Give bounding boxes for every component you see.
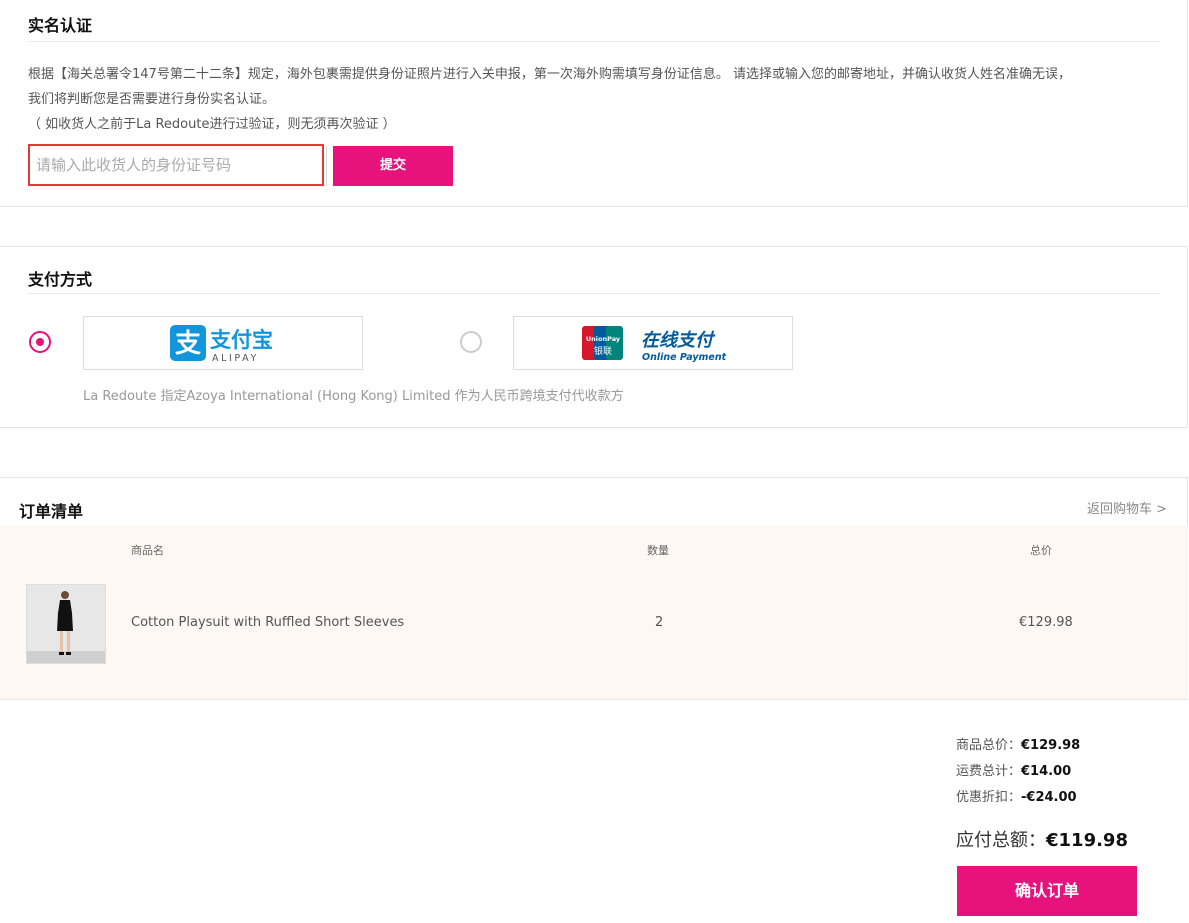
shipping-value: €14.00 — [1021, 764, 1072, 779]
id-verification-title: 实名认证 — [28, 16, 93, 35]
alipay-name: 支付宝 — [210, 328, 273, 352]
column-header-total: 总价 — [1030, 544, 1052, 557]
alipay-option[interactable]: 支 支付宝 ALIPAY — [83, 316, 363, 370]
unionpay-badge-text: UnionPay — [586, 335, 621, 343]
id-desc-line1: 根据【海关总署令147号第二十二条】规定，海外包裹需提供身份证照片进行入关申报，… — [28, 67, 1071, 82]
confirm-order-button[interactable]: 确认订单 — [957, 866, 1137, 916]
divider — [28, 41, 1160, 42]
product-image[interactable] — [26, 584, 106, 664]
shipping-label: 运费总计： — [956, 764, 1022, 779]
total-row: 应付总额：€119.98 — [956, 826, 1128, 852]
id-verification-description: 根据【海关总署令147号第二十二条】规定，海外包裹需提供身份证照片进行入关申报，… — [28, 62, 1168, 137]
alipay-logo-glyph: 支 — [175, 329, 201, 359]
id-desc-line2: 我们将判断您是否需要进行身份实名认证。 — [28, 92, 276, 107]
payment-section: 支付方式 支 支付宝 ALIPAY UnionPay 银联 在线支付 Onlin… — [0, 246, 1188, 428]
column-header-qty: 数量 — [647, 544, 669, 557]
total-label: 应付总额： — [956, 830, 1046, 851]
shipping-row: 运费总计：€14.00 — [956, 760, 1071, 779]
payment-note: La Redoute 指定Azoya International (Hong K… — [83, 389, 624, 404]
submit-id-button[interactable]: 提交 — [333, 146, 453, 186]
id-verification-section: 实名认证 根据【海关总署令147号第二十二条】规定，海外包裹需提供身份证照片进行… — [0, 0, 1188, 207]
unionpay-option[interactable]: UnionPay 银联 在线支付 Online Payment — [513, 316, 793, 370]
discount-label: 优惠折扣： — [956, 790, 1022, 805]
total-value: €119.98 — [1046, 830, 1128, 851]
order-section: 订单清单 返回购物车 > 商品名 数量 总价 Cotton Playsuit w… — [0, 477, 1188, 700]
product-name[interactable]: Cotton Playsuit with Ruffled Short Sleev… — [131, 615, 404, 630]
product-photo — [27, 585, 105, 663]
product-total: €129.98 — [1019, 615, 1073, 630]
column-header-name: 商品名 — [131, 544, 164, 557]
order-title: 订单清单 — [19, 502, 84, 521]
subtotal-row: 商品总价：€129.98 — [956, 734, 1080, 753]
discount-row: 优惠折扣：-€24.00 — [956, 786, 1077, 805]
subtotal-value: €129.98 — [1021, 738, 1081, 753]
discount-value: -€24.00 — [1021, 790, 1077, 805]
payment-title: 支付方式 — [28, 270, 93, 289]
unionpay-logo: UnionPay 银联 在线支付 Online Payment — [582, 326, 727, 363]
divider — [326, 146, 327, 186]
alipay-logo: 支 支付宝 ALIPAY — [170, 325, 273, 364]
product-quantity: 2 — [655, 615, 664, 630]
order-table: 商品名 数量 总价 Cotton Playsuit with Ruffled S… — [0, 526, 1188, 699]
id-number-input[interactable] — [28, 144, 324, 186]
unionpay-name: 在线支付 — [641, 330, 716, 351]
id-desc-line3: （ 如收货人之前于La Redoute进行过验证，则无须再次验证 ） — [28, 117, 396, 132]
subtotal-label: 商品总价： — [956, 738, 1022, 753]
unionpay-radio[interactable] — [460, 331, 482, 353]
back-to-cart-link[interactable]: 返回购物车 > — [1087, 498, 1167, 517]
unionpay-sub: Online Payment — [642, 352, 727, 363]
alipay-radio[interactable] — [29, 331, 51, 353]
alipay-sub: ALIPAY — [212, 353, 259, 364]
divider — [28, 293, 1160, 294]
unionpay-badge-cn: 银联 — [594, 345, 612, 357]
